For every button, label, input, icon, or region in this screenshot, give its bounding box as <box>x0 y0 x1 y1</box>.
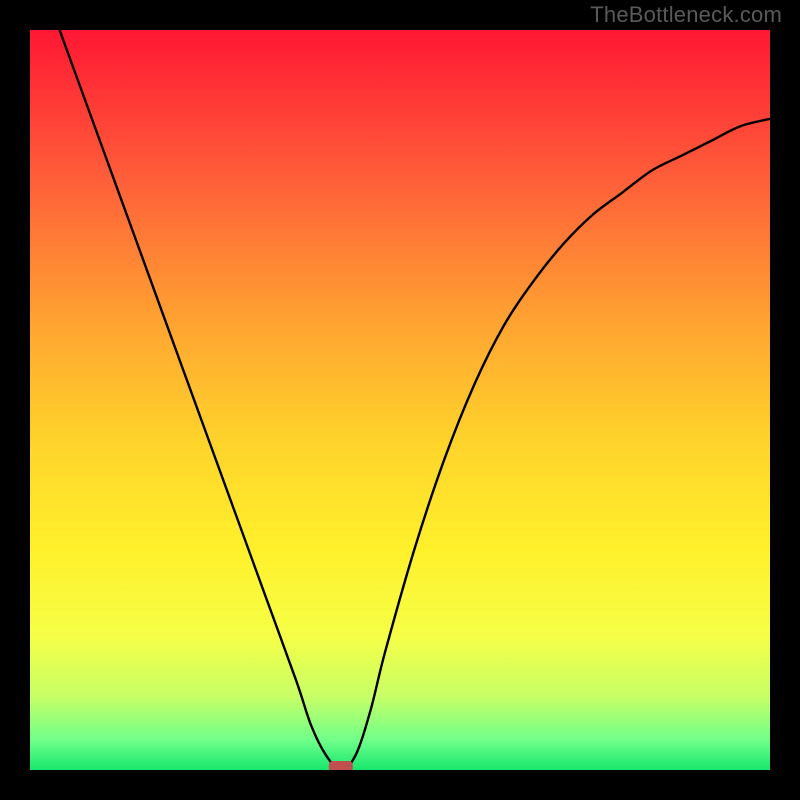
minimum-marker <box>329 761 353 770</box>
chart-svg <box>30 30 770 770</box>
chart-frame: TheBottleneck.com <box>0 0 800 800</box>
gradient-background <box>30 30 770 770</box>
watermark-text: TheBottleneck.com <box>590 2 782 28</box>
plot-area <box>30 30 770 770</box>
